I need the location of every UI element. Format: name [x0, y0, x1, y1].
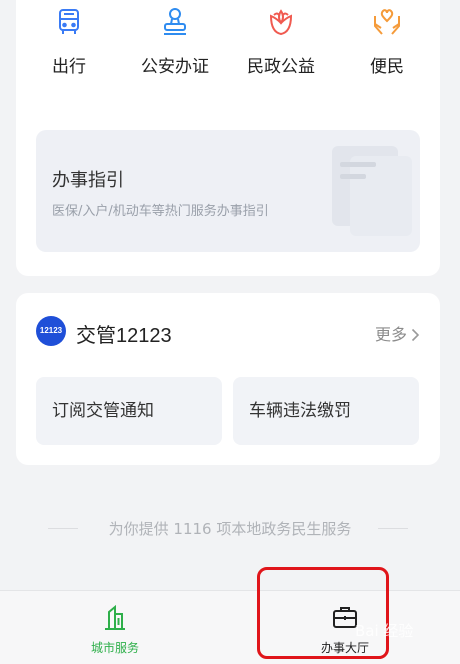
traffic-card-title: 交管12123 — [76, 325, 172, 347]
divider — [378, 528, 408, 529]
service-civil-affairs[interactable]: 民政公益 — [228, 6, 334, 86]
services-card: 出行 公安办证 民政公益 便民 办事指引 医保/入户/机动车等热门服务办事指引 — [16, 0, 440, 276]
service-guide-banner[interactable]: 办事指引 医保/入户/机动车等热门服务办事指引 — [36, 130, 420, 252]
tab-label: 城市服务 — [90, 641, 139, 655]
bus-icon — [59, 9, 79, 34]
hands-heart-icon — [374, 9, 400, 35]
city-buildings-icon — [105, 604, 125, 630]
bottom-tab-bar: 城市服务 办事大厅 — [0, 590, 460, 664]
document-illustration-icon — [332, 146, 412, 236]
stamp-icon — [164, 8, 186, 35]
vehicle-violation-payment-button[interactable]: 车辆违法缴罚 — [233, 377, 419, 445]
chevron-right-icon — [411, 328, 420, 342]
service-travel[interactable]: 出行 — [16, 6, 122, 86]
traffic-12123-card: 12123 交管12123 更多 订阅交管通知 车辆违法缴罚 — [16, 293, 440, 465]
flower-heart-icon — [269, 9, 293, 36]
more-link[interactable]: 更多 — [375, 321, 420, 345]
subscribe-traffic-notice-button[interactable]: 订阅交管通知 — [36, 377, 222, 445]
service-label: 民政公益 — [247, 57, 315, 77]
tab-city-services[interactable]: 城市服务 — [0, 591, 230, 664]
service-police-certificates[interactable]: 公安办证 — [122, 6, 228, 86]
guide-title: 办事指引 — [52, 170, 124, 191]
more-link-label: 更多 — [374, 325, 407, 344]
tab-label: 办事大厅 — [320, 641, 369, 655]
guide-subtitle: 医保/入户/机动车等热门服务办事指引 — [52, 204, 269, 219]
service-label: 便民 — [370, 57, 404, 77]
service-label: 公安办证 — [141, 57, 209, 77]
traffic-12123-logo: 12123 — [36, 316, 66, 346]
service-label: 出行 — [52, 57, 86, 77]
service-convenience[interactable]: 便民 — [334, 6, 440, 86]
service-shortcuts: 出行 公安办证 民政公益 便民 — [16, 6, 440, 86]
briefcase-icon — [333, 607, 357, 628]
tab-service-hall[interactable]: 办事大厅 — [230, 591, 460, 664]
